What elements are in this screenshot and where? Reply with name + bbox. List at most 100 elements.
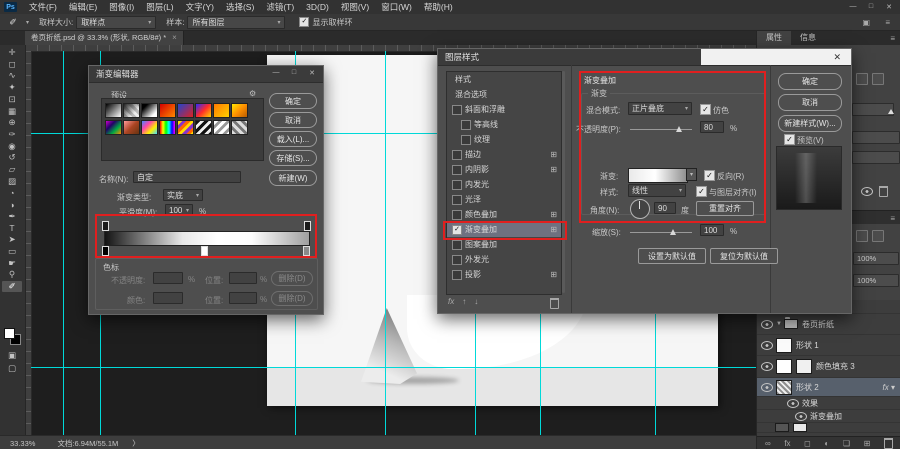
gradient-preset-16[interactable] <box>231 120 248 135</box>
gear-icon[interactable]: ⚙ <box>249 89 256 98</box>
visibility-eye-icon[interactable] <box>761 341 773 350</box>
style-checkbox[interactable] <box>452 210 462 220</box>
new-group-icon[interactable]: ❏ <box>843 439 850 448</box>
layer-row-渐变叠加[interactable]: 渐变叠加 <box>757 410 900 423</box>
style-checkbox[interactable] <box>461 135 471 145</box>
style-item-纹理[interactable]: 纹理 <box>447 132 561 147</box>
new-style-button[interactable]: 新建样式(W)... <box>778 115 842 132</box>
slider-thumb[interactable] <box>888 109 894 114</box>
style-item-样式[interactable]: 样式 <box>447 72 561 87</box>
blend-mode-dropdown[interactable]: 正片叠底 ▾ <box>628 102 692 115</box>
add-instance-icon[interactable]: ⊞ <box>550 225 557 234</box>
visibility-eye-icon[interactable] <box>761 320 773 329</box>
document-tab[interactable]: 卷页折纸.psd @ 33.3% (形状, RGB/8#) * × <box>25 30 184 45</box>
scale-input[interactable]: 100 <box>700 224 724 236</box>
style-item-光泽[interactable]: 光泽 <box>447 192 561 207</box>
guide-vertical[interactable] <box>385 51 386 435</box>
property-field[interactable] <box>852 131 900 144</box>
styles-scrollbar[interactable] <box>562 71 565 293</box>
opacity-slider-thumb[interactable] <box>676 126 682 132</box>
layer-row[interactable] <box>757 423 900 433</box>
menu-窗口(W)[interactable]: 窗口(W) <box>375 1 418 13</box>
layer-row-形状 2[interactable]: 形状 2fx ▾ <box>757 378 900 397</box>
style-checkbox[interactable]: ✓ <box>452 225 462 235</box>
tab-info[interactable]: 信息 <box>791 30 825 45</box>
style-item-混合选项[interactable]: 混合选项 <box>447 87 561 102</box>
gradient-preset-11[interactable] <box>141 120 158 135</box>
menu-编辑(E)[interactable]: 编辑(E) <box>63 1 103 13</box>
style-checkbox[interactable] <box>452 180 462 190</box>
filter-icon[interactable] <box>856 230 868 242</box>
layer-row-卷页折纸[interactable]: ▼卷页折纸 <box>757 314 900 335</box>
close-icon[interactable]: ✕ <box>833 52 841 63</box>
gradient-preview-strip[interactable] <box>628 168 688 183</box>
style-checkbox[interactable] <box>452 255 462 265</box>
property-icon[interactable] <box>872 73 884 85</box>
menu-3D(D)[interactable]: 3D(D) <box>300 2 335 12</box>
gradient-preset-5[interactable] <box>177 103 194 118</box>
visibility-eye-icon[interactable] <box>761 362 773 371</box>
style-item-外发光[interactable]: 外发光 <box>447 252 561 267</box>
tab-properties[interactable]: 属性 <box>757 30 791 45</box>
move-up-icon[interactable]: ↑ <box>462 297 466 306</box>
style-item-描边[interactable]: 描边⊞ <box>447 147 561 162</box>
align-checkbox[interactable]: ✓ <box>696 186 707 197</box>
clone-stamp-tool[interactable]: ◉ <box>2 141 22 152</box>
menu-选择(S)[interactable]: 选择(S) <box>220 1 260 13</box>
layers-fill-field[interactable]: 100% <box>853 274 899 287</box>
minimize-icon[interactable]: — <box>267 66 285 79</box>
status-arrow-icon[interactable]: 〉 <box>132 438 140 449</box>
layer-thumbnail-shape[interactable] <box>776 338 792 353</box>
visibility-eye-icon[interactable] <box>795 412 807 421</box>
trash-icon[interactable] <box>550 298 559 309</box>
maximize-icon[interactable]: □ <box>862 0 880 13</box>
new-button[interactable]: 新建(W) <box>269 170 317 186</box>
move-down-icon[interactable]: ↓ <box>474 297 478 306</box>
visibility-eye-icon[interactable] <box>761 383 773 392</box>
gradient-bar[interactable] <box>104 231 310 246</box>
layer-style-titlebar[interactable]: 图层样式 ✕ <box>438 49 851 66</box>
property-field[interactable] <box>852 151 900 164</box>
zoom-tool[interactable]: ⚲ <box>2 269 22 280</box>
style-checkbox[interactable] <box>452 150 462 160</box>
load-button[interactable]: 载入(L)... <box>269 131 317 147</box>
zoom-level[interactable]: 33.33% <box>10 439 35 448</box>
scale-slider[interactable] <box>630 232 692 233</box>
angle-dial[interactable] <box>630 199 650 219</box>
style-item-内阴影[interactable]: 内阴影⊞ <box>447 162 561 177</box>
add-instance-icon[interactable]: ⊞ <box>550 270 557 279</box>
gradient-preset-14[interactable] <box>195 120 212 135</box>
brush-tool[interactable]: ✑ <box>2 129 22 140</box>
quick-selection-tool[interactable]: ✦ <box>2 82 22 93</box>
show-ring-checkbox[interactable]: ✓ <box>299 17 309 27</box>
delete-layer-icon[interactable] <box>884 438 893 449</box>
eyedropper-icon[interactable]: ✐ <box>6 16 20 28</box>
blur-tool[interactable]: ◔ <box>2 187 22 198</box>
layer-thumbnail-folder[interactable] <box>784 319 798 329</box>
sample-dropdown[interactable]: 所有图层 ▾ <box>187 16 285 29</box>
quick-mask-icon[interactable]: ▣ <box>2 350 22 361</box>
gradient-preset-10[interactable] <box>123 120 140 135</box>
move-tool[interactable]: ✛ <box>2 47 22 58</box>
cancel-button[interactable]: 取消 <box>269 112 317 128</box>
visibility-eye-icon[interactable] <box>787 399 799 408</box>
color-stop[interactable] <box>201 246 208 256</box>
layer-thumbnail-fill[interactable] <box>776 359 792 374</box>
name-input[interactable]: 自定 <box>133 171 241 183</box>
fx-icon[interactable]: fx <box>448 297 454 306</box>
eyedropper-tool[interactable]: ✐ <box>2 281 22 292</box>
new-layer-icon[interactable]: ⊞ <box>864 439 871 448</box>
layer-thumbnail-mask[interactable] <box>796 359 812 374</box>
menu-文字(Y)[interactable]: 文字(Y) <box>180 1 220 13</box>
style-item-图案叠加[interactable]: 图案叠加 <box>447 237 561 252</box>
adjustment-layer-icon[interactable]: ◐ <box>824 439 829 448</box>
menu-滤镜(T)[interactable]: 滤镜(T) <box>260 1 300 13</box>
dither-checkbox[interactable]: ✓ <box>700 104 711 115</box>
workspace-icon[interactable]: ▣ <box>862 18 870 27</box>
preview-checkbox[interactable]: ✓ <box>784 134 795 145</box>
gradient-preset-8[interactable] <box>231 103 248 118</box>
gradient-preset-12[interactable] <box>159 120 176 135</box>
expander-icon[interactable]: ▼ <box>776 321 782 327</box>
opacity-input[interactable]: 80 <box>700 121 724 133</box>
menu-图层(L)[interactable]: 图层(L) <box>140 1 179 13</box>
